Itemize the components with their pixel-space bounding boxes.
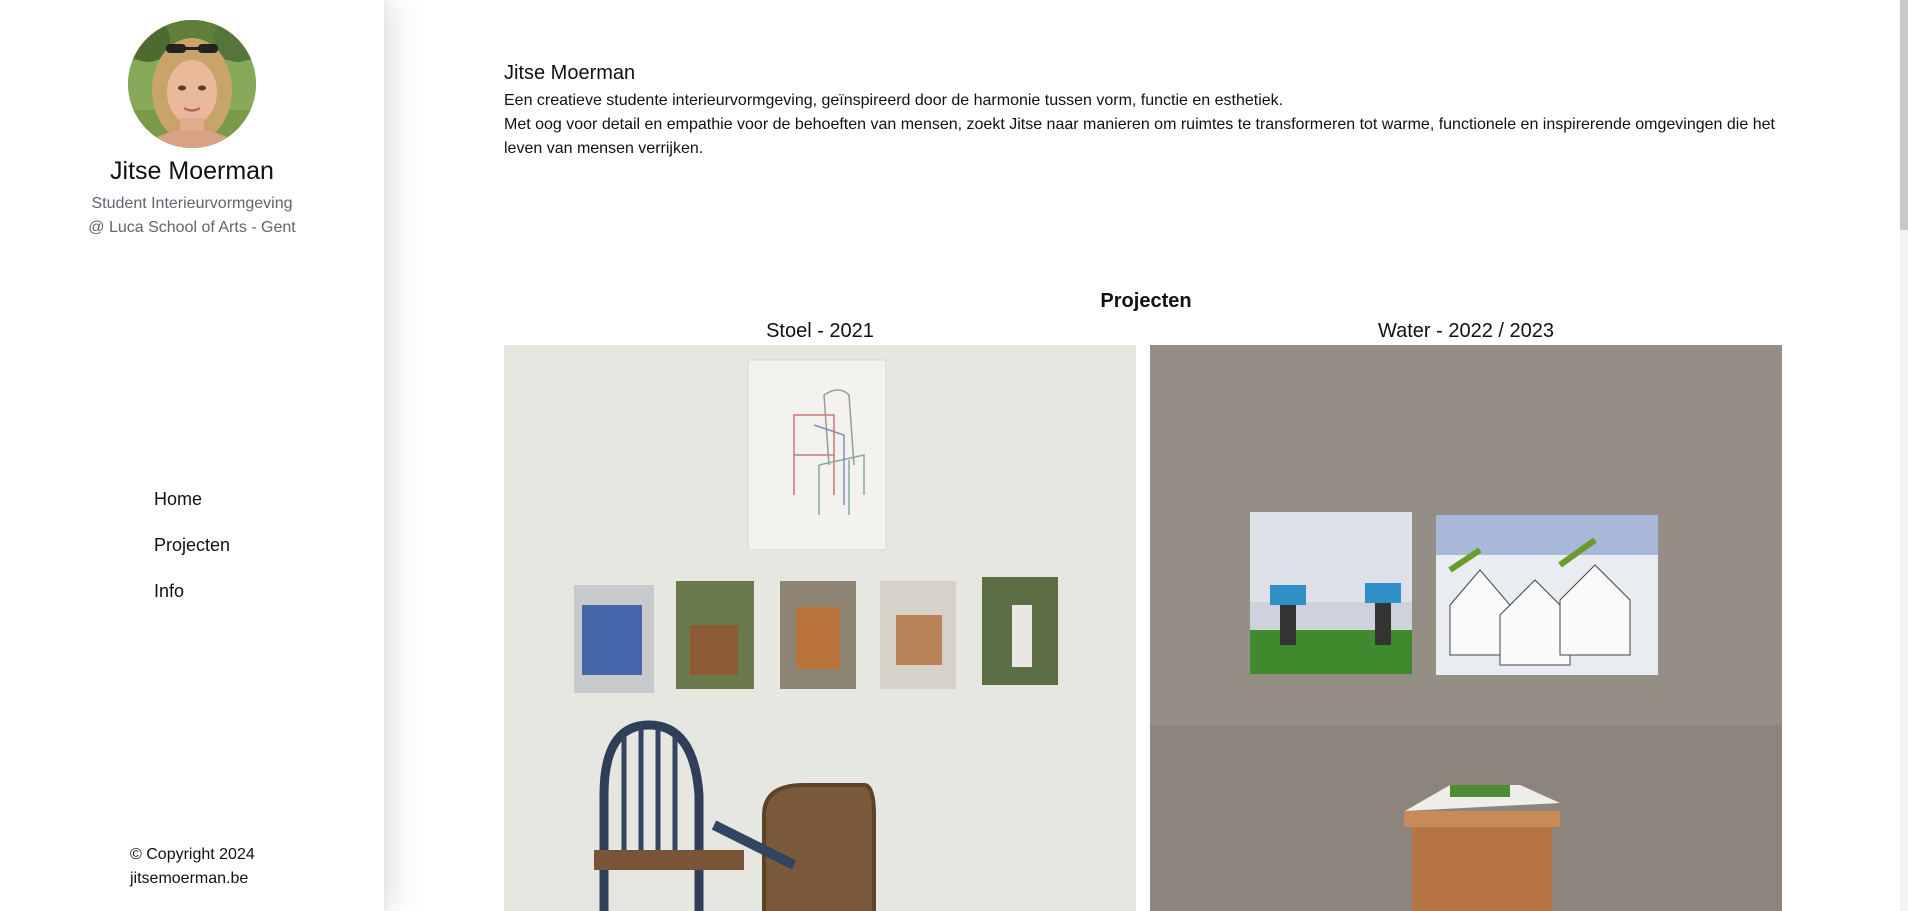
- intro-text: Een creatieve studente interieurvormgevi…: [504, 89, 1794, 161]
- copyright-text: © Copyright 2024: [130, 846, 255, 863]
- intro-line-1: Een creatieve studente interieurvormgevi…: [504, 92, 1284, 109]
- project-title-stoel[interactable]: Stoel - 2021: [504, 320, 1136, 343]
- footer: © Copyright 2024 jitsemoerman.be: [130, 843, 255, 891]
- project-title-water[interactable]: Water - 2022 / 2023: [1150, 320, 1782, 343]
- intro-title: Jitse Moerman: [504, 62, 636, 84]
- nav-item-projecten[interactable]: Projecten: [154, 531, 230, 577]
- projects-heading: Projecten: [1100, 290, 1192, 312]
- site-domain: jitsemoerman.be: [130, 870, 249, 887]
- profile-name: Jitse Moerman: [110, 157, 274, 185]
- sidebar: Jitse Moerman Student Interieurvormgevin…: [0, 0, 384, 911]
- profile-school: @ Luca School of Arts - Gent: [88, 219, 296, 236]
- nav-item-home[interactable]: Home: [154, 485, 230, 531]
- main-content: Jitse Moerman Een creatieve studente int…: [384, 0, 1908, 911]
- avatar: [128, 20, 256, 148]
- intro-line-2: Met oog voor detail en empathie voor de …: [504, 116, 1775, 157]
- main-nav: Home Projecten Info: [154, 485, 230, 623]
- page-scrollbar[interactable]: [1900, 0, 1908, 911]
- scrollbar-thumb[interactable]: [1900, 0, 1908, 230]
- nav-item-info[interactable]: Info: [154, 577, 230, 623]
- project-image-stoel[interactable]: [504, 345, 1136, 911]
- project-image-water[interactable]: [1150, 345, 1782, 911]
- profile-subtitle: Student Interieurvormgeving: [91, 195, 293, 212]
